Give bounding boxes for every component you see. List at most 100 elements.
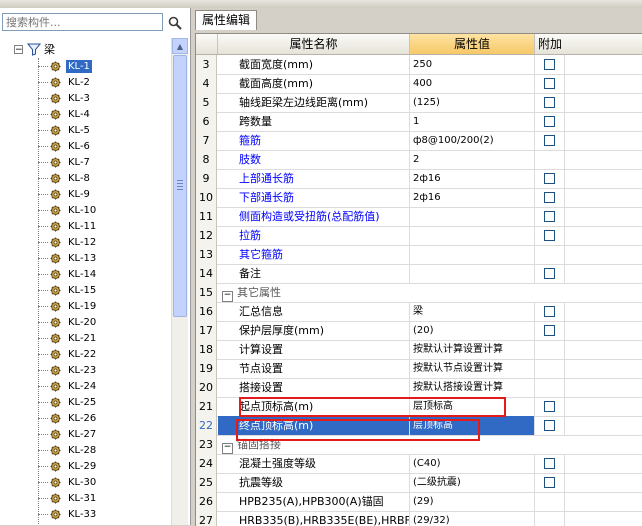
search-button[interactable] xyxy=(165,13,185,33)
tree-item[interactable]: KL-8 xyxy=(38,170,92,186)
search-input[interactable] xyxy=(3,14,162,30)
append-checkbox[interactable] xyxy=(544,230,555,241)
append-checkbox[interactable] xyxy=(544,173,555,184)
property-row[interactable]: 26 HPB235(A),HPB300(A)锚固 (29) xyxy=(196,492,642,512)
tree-item[interactable]: KL-13 xyxy=(38,250,98,266)
tree-item[interactable]: KL-6 xyxy=(38,138,92,154)
property-row[interactable]: 15− 其它属性 xyxy=(196,283,642,303)
search-field[interactable] xyxy=(2,13,163,31)
scroll-thumb[interactable] xyxy=(173,55,187,317)
tree-item[interactable]: KL-1 xyxy=(38,58,92,74)
property-value[interactable]: 2ф16 xyxy=(410,169,535,188)
tree-item[interactable]: KL-30 xyxy=(38,474,98,490)
tree-item[interactable]: KL-24 xyxy=(38,378,98,394)
property-value[interactable]: ф8@100/200(2) xyxy=(410,131,535,150)
tree-item[interactable]: KL-23 xyxy=(38,362,98,378)
tree-item[interactable]: KL-28 xyxy=(38,442,98,458)
property-value[interactable]: (125) xyxy=(410,93,535,112)
property-row[interactable]: 11 侧面构造或受扭筋(总配筋值) xyxy=(196,207,642,227)
property-row[interactable]: 12 拉筋 xyxy=(196,226,642,246)
tree-scrollbar[interactable]: ▲ xyxy=(171,38,188,525)
scroll-up-button[interactable]: ▲ xyxy=(172,38,188,54)
property-value[interactable]: 1 xyxy=(410,112,535,131)
tab-property-edit[interactable]: 属性编辑 xyxy=(195,10,258,30)
property-row[interactable]: 4 截面高度(mm) 400 xyxy=(196,74,642,94)
property-value[interactable] xyxy=(410,264,535,283)
append-checkbox[interactable] xyxy=(544,116,555,127)
property-value[interactable]: (20) xyxy=(410,321,535,340)
property-row[interactable]: 19 节点设置 按默认节点设置计算 xyxy=(196,359,642,379)
tree-item[interactable]: KL-33 xyxy=(38,506,98,522)
append-checkbox[interactable] xyxy=(544,477,555,488)
property-row[interactable]: 27 HRB335(B),HRB335E(BE),HRBF (29/32) xyxy=(196,511,642,526)
property-row[interactable]: 24 混凝土强度等级 (C40) xyxy=(196,454,642,474)
append-checkbox[interactable] xyxy=(544,268,555,279)
property-row[interactable]: 8 肢数 2 xyxy=(196,150,642,170)
property-row[interactable]: 20 搭接设置 按默认搭接设置计算 xyxy=(196,378,642,398)
property-row[interactable]: 9 上部通长筋 2ф16 xyxy=(196,169,642,189)
property-value[interactable]: (C40) xyxy=(410,454,535,473)
append-checkbox[interactable] xyxy=(544,97,555,108)
append-checkbox[interactable] xyxy=(544,135,555,146)
collapse-icon[interactable]: − xyxy=(222,443,233,454)
tree-item[interactable]: KL-3 xyxy=(38,90,92,106)
tree-item[interactable]: KL-22 xyxy=(38,346,98,362)
property-row[interactable]: 10 下部通长筋 2ф16 xyxy=(196,188,642,208)
property-row[interactable]: 5 轴线距梁左边线距离(mm) (125) xyxy=(196,93,642,113)
property-value[interactable]: (29) xyxy=(410,492,535,511)
property-value[interactable] xyxy=(410,207,535,226)
header-property-name[interactable]: 属性名称 xyxy=(218,34,410,54)
tree-item[interactable]: KL-15 xyxy=(38,282,98,298)
property-group-name[interactable]: − 其它属性 xyxy=(218,283,535,302)
property-row[interactable]: 17 保护层厚度(mm) (20) xyxy=(196,321,642,341)
tree-item[interactable]: KL-2 xyxy=(38,74,92,90)
collapse-icon[interactable]: − xyxy=(14,44,23,54)
header-property-value[interactable]: 属性值 xyxy=(410,34,535,54)
property-row[interactable]: 25 抗震等级 (二级抗震) xyxy=(196,473,642,493)
tree-item[interactable]: KL-29 xyxy=(38,458,98,474)
tree-item[interactable]: KL-14 xyxy=(38,266,98,282)
property-row[interactable]: 7 箍筋 ф8@100/200(2) xyxy=(196,131,642,151)
tree-item[interactable]: KL-26 xyxy=(38,410,98,426)
tree-item[interactable]: KL-20 xyxy=(38,314,98,330)
property-value[interactable]: 250 xyxy=(410,55,535,74)
property-value[interactable]: 2ф16 xyxy=(410,188,535,207)
tree-item[interactable]: KL-21 xyxy=(38,330,98,346)
property-row[interactable]: 14 备注 xyxy=(196,264,642,284)
collapse-icon[interactable]: − xyxy=(222,291,233,302)
property-row[interactable]: 3 截面宽度(mm) 250 xyxy=(196,55,642,75)
tree-item[interactable]: KL-27 xyxy=(38,426,98,442)
tree-item[interactable]: KL-19 xyxy=(38,298,98,314)
tree-item[interactable]: KL-11 xyxy=(38,218,98,234)
property-value[interactable]: 按默认计算设置计算 xyxy=(410,340,535,359)
property-value[interactable]: (29/32) xyxy=(410,511,535,526)
tree-item[interactable]: KL-4 xyxy=(38,106,92,122)
append-checkbox[interactable] xyxy=(544,78,555,89)
property-row[interactable]: 6 跨数量 1 xyxy=(196,112,642,132)
property-row[interactable]: 13 其它箍筋 xyxy=(196,245,642,265)
tree-item[interactable]: KL-9 xyxy=(38,186,92,202)
append-checkbox[interactable] xyxy=(544,211,555,222)
tree-item[interactable]: KL-5 xyxy=(38,122,92,138)
header-append[interactable]: 附加 xyxy=(535,34,565,54)
property-value[interactable] xyxy=(410,245,535,264)
append-checkbox[interactable] xyxy=(544,401,555,412)
property-value[interactable]: 按默认节点设置计算 xyxy=(410,359,535,378)
tree-item[interactable]: KL-31 xyxy=(38,490,98,506)
property-value[interactable] xyxy=(410,226,535,245)
append-checkbox[interactable] xyxy=(544,458,555,469)
append-checkbox[interactable] xyxy=(544,59,555,70)
append-checkbox[interactable] xyxy=(544,306,555,317)
property-row[interactable]: 16 汇总信息梁 xyxy=(196,302,642,322)
append-checkbox[interactable] xyxy=(544,420,555,431)
property-value[interactable]: (二级抗震) xyxy=(410,473,535,492)
tree-item[interactable]: KL-10 xyxy=(38,202,98,218)
tree-item[interactable]: KL-25 xyxy=(38,394,98,410)
property-value[interactable]: 按默认搭接设置计算 xyxy=(410,378,535,397)
tree-root-beam[interactable]: − 梁 xyxy=(14,41,55,57)
tree-item[interactable]: KL-12 xyxy=(38,234,98,250)
tree-item[interactable]: KL-7 xyxy=(38,154,92,170)
property-value[interactable]: 2 xyxy=(410,150,535,169)
property-row[interactable]: 18 计算设置 按默认计算设置计算 xyxy=(196,340,642,360)
property-value[interactable]: 400 xyxy=(410,74,535,93)
